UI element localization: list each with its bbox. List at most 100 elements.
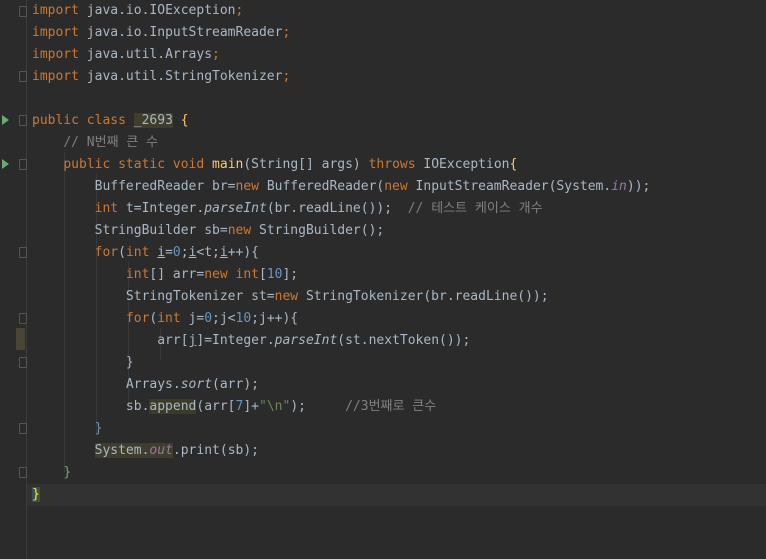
- keyword: import: [32, 47, 79, 62]
- number: 10: [266, 267, 283, 282]
- keyword: throws: [368, 157, 416, 172]
- code-text: .print(sb);: [172, 443, 259, 458]
- code-text: (st.nextToken());: [337, 333, 471, 348]
- keyword: new: [235, 179, 259, 194]
- brace: }: [63, 465, 72, 480]
- keyword: import: [32, 69, 79, 84]
- run-class-icon[interactable]: [2, 115, 9, 125]
- semicolon: ;: [282, 69, 291, 84]
- exception-type: IOException: [423, 157, 510, 172]
- method-call: append: [149, 399, 197, 414]
- code-line[interactable]: }: [27, 462, 766, 484]
- code-line[interactable]: import java.util.Arrays;: [27, 44, 766, 66]
- code-line[interactable]: StringBuilder sb=new StringBuilder();: [27, 220, 766, 242]
- import-path: java.util.StringTokenizer: [86, 69, 283, 84]
- code-line[interactable]: for(int j=0;j<10;j++){: [27, 308, 766, 330]
- change-marker: [16, 328, 25, 350]
- class-name: _2693: [133, 113, 173, 128]
- code-text: StringTokenizer st=: [125, 289, 275, 304]
- keyword: int: [125, 267, 150, 282]
- code-text: ];: [282, 267, 299, 282]
- code-line[interactable]: }: [27, 352, 766, 374]
- static-method: parseInt: [204, 201, 267, 216]
- code-text: [: [259, 267, 267, 282]
- keyword: static: [118, 157, 166, 172]
- code-text: ;j<: [212, 311, 236, 326]
- fold-icon[interactable]: [19, 115, 27, 126]
- code-text: BufferedReader br=: [94, 179, 236, 194]
- fold-icon[interactable]: [19, 357, 27, 368]
- code-line[interactable]: StringTokenizer st=new StringTokenizer(b…: [27, 286, 766, 308]
- fold-icon[interactable]: [19, 467, 27, 478]
- keyword: int: [157, 311, 181, 326]
- code-line[interactable]: int[] arr=new int[10];: [27, 264, 766, 286]
- static-field: in: [611, 179, 627, 194]
- keyword: new: [204, 267, 228, 282]
- code-line[interactable]: int t=Integer.parseInt(br.readLine()); /…: [27, 198, 766, 220]
- code-editor[interactable]: import java.io.IOException; import java.…: [27, 0, 766, 559]
- code-text: j=: [180, 311, 205, 326]
- code-line[interactable]: import java.io.IOException;: [27, 0, 766, 22]
- code-text: (arr);: [212, 377, 259, 392]
- semicolon: ;: [235, 3, 244, 18]
- static-field: out: [149, 443, 173, 458]
- method-name: main: [212, 157, 244, 172]
- number: 10: [235, 311, 252, 326]
- code-text: StringTokenizer(br.readLine());: [298, 289, 549, 304]
- editor-gutter: [0, 0, 27, 559]
- params: (String[] args): [243, 157, 369, 172]
- code-text: BufferedReader(: [259, 179, 385, 194]
- code-line[interactable]: }: [27, 418, 766, 440]
- keyword: new: [384, 179, 408, 194]
- static-method: sort: [180, 377, 213, 392]
- loop-var: i: [219, 245, 228, 260]
- code-line[interactable]: System.out.print(sb);: [27, 440, 766, 462]
- comment: //3번째로 큰수: [345, 399, 437, 414]
- code-text: (br.readLine());: [266, 201, 408, 216]
- code-line[interactable]: public class _2693 {: [27, 110, 766, 132]
- code-text: ));: [626, 179, 651, 194]
- fold-icon[interactable]: [19, 6, 27, 17]
- keyword: new: [227, 223, 252, 238]
- code-text: =: [165, 245, 173, 260]
- number: 0: [204, 311, 213, 326]
- keyword: for: [94, 245, 119, 260]
- code-text: StringBuilder sb=: [94, 223, 228, 238]
- keyword: for: [125, 311, 150, 326]
- comment: // N번째 큰 수: [63, 135, 159, 150]
- code-text: (arr[: [196, 399, 236, 414]
- fold-icon[interactable]: [19, 71, 27, 82]
- code-line[interactable]: BufferedReader br=new BufferedReader(new…: [27, 176, 766, 198]
- code-text: StringBuilder();: [251, 223, 385, 238]
- code-line[interactable]: import java.util.StringTokenizer;: [27, 66, 766, 88]
- code-line[interactable]: Arrays.sort(arr);: [27, 374, 766, 396]
- run-main-icon[interactable]: [2, 159, 9, 169]
- import-path: java.io.IOException: [86, 3, 236, 18]
- keyword: public: [63, 157, 111, 172]
- code-line[interactable]: arr[j]=Integer.parseInt(st.nextToken());: [27, 330, 766, 352]
- code-line[interactable]: for(int i=0;i<t;i++){: [27, 242, 766, 264]
- fold-icon[interactable]: [19, 313, 27, 324]
- code-text: );: [290, 399, 346, 414]
- code-line[interactable]: public static void main(String[] args) t…: [27, 154, 766, 176]
- fold-icon[interactable]: [19, 423, 27, 434]
- current-line[interactable]: }: [27, 484, 766, 506]
- brace: }: [94, 421, 103, 436]
- keyword: new: [274, 289, 299, 304]
- semicolon: ;: [282, 25, 291, 40]
- keyword: import: [32, 3, 79, 18]
- keyword: int: [94, 201, 119, 216]
- code-line[interactable]: // N번째 큰 수: [27, 132, 766, 154]
- keyword: import: [32, 25, 79, 40]
- code-line[interactable]: sb.append(arr[7]+"\n"); //3번째로 큰수: [27, 396, 766, 418]
- number: 0: [172, 245, 181, 260]
- code-text: (: [118, 245, 126, 260]
- fold-icon[interactable]: [19, 159, 27, 170]
- code-line[interactable]: import java.io.InputStreamReader;: [27, 22, 766, 44]
- fold-icon[interactable]: [19, 247, 27, 258]
- import-path: java.io.InputStreamReader: [86, 25, 283, 40]
- keyword: class: [86, 113, 126, 128]
- brace: {: [509, 157, 518, 172]
- static-method: parseInt: [274, 333, 338, 348]
